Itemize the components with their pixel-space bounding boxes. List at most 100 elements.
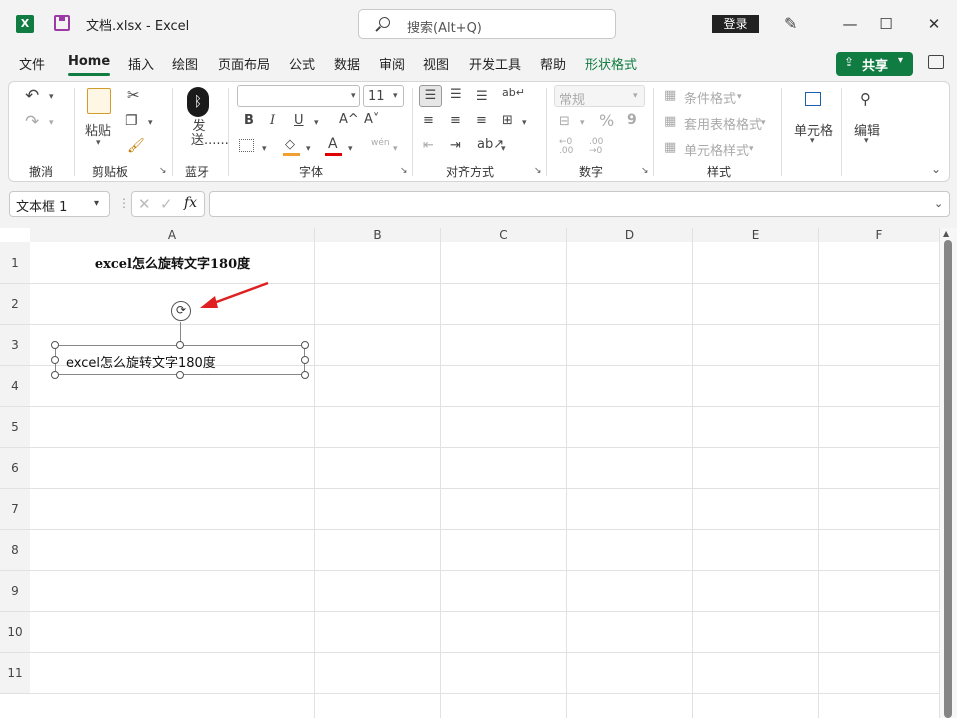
tab-view[interactable]: 视图	[423, 54, 449, 73]
cells-icon[interactable]	[805, 92, 821, 106]
chevron-down-icon[interactable]: ▾	[898, 55, 903, 66]
tab-insert[interactable]: 插入	[128, 54, 154, 73]
tab-page-layout[interactable]: 页面布局	[218, 54, 270, 73]
row-header[interactable]: 2	[0, 284, 30, 325]
row-header[interactable]: 1	[0, 242, 30, 284]
chevron-down-icon[interactable]: ▾	[737, 92, 742, 102]
formula-input[interactable]: ⌄	[209, 191, 950, 217]
column-header[interactable]: C	[441, 228, 567, 242]
more-options-icon[interactable]: ⋮	[118, 196, 130, 210]
tab-developer[interactable]: 开发工具	[469, 54, 521, 73]
chevron-down-icon[interactable]: ▾	[49, 92, 54, 102]
expand-formula-icon[interactable]: ⌄	[934, 197, 943, 210]
chevron-down-icon[interactable]: ▾	[522, 118, 527, 128]
collapse-ribbon-icon[interactable]: ⌄	[931, 162, 941, 176]
text-box-content[interactable]: excel怎么旋转文字180度	[66, 352, 216, 371]
resize-handle-top[interactable]	[176, 341, 184, 349]
row-header[interactable]: 5	[0, 407, 30, 448]
minimize-button[interactable]: —	[838, 12, 862, 36]
chevron-down-icon[interactable]: ▾	[501, 144, 506, 154]
chevron-down-icon[interactable]: ▾	[761, 118, 766, 128]
conditional-format-icon[interactable]: ▦	[664, 88, 676, 103]
maximize-button[interactable]: ☐	[874, 12, 898, 36]
cell-styles-icon[interactable]: ▦	[664, 140, 676, 155]
format-table-icon[interactable]: ▦	[664, 114, 676, 129]
column-header[interactable]: E	[693, 228, 819, 242]
dialog-launcher-icon[interactable]: ↘	[159, 166, 167, 176]
chevron-down-icon[interactable]: ▾	[633, 91, 638, 101]
row-header[interactable]: 6	[0, 448, 30, 489]
chevron-down-icon[interactable]: ▾	[351, 91, 356, 101]
redo-icon[interactable]: ↷	[25, 112, 39, 132]
underline-button[interactable]: U	[294, 113, 304, 128]
chevron-down-icon[interactable]: ▾	[96, 138, 101, 148]
align-top-icon[interactable]: ☰	[419, 85, 442, 107]
editing-search-icon[interactable]: ⚲	[860, 90, 871, 108]
name-box[interactable]: 文本框 1 ▾	[9, 191, 110, 217]
font-color-icon[interactable]: A	[328, 136, 338, 152]
paste-label[interactable]: 粘贴	[85, 120, 111, 139]
tab-home[interactable]: Home	[68, 54, 110, 69]
comment-icon[interactable]	[928, 55, 944, 69]
chevron-down-icon[interactable]: ▾	[810, 136, 815, 146]
chevron-down-icon[interactable]: ▾	[393, 91, 398, 101]
tab-help[interactable]: 帮助	[540, 54, 566, 73]
resize-handle-bottom[interactable]	[176, 371, 184, 379]
borders-icon[interactable]	[239, 139, 254, 152]
resize-handle-top-right[interactable]	[301, 341, 309, 349]
cell-styles-button[interactable]: 单元格样式	[684, 140, 749, 159]
dialog-launcher-icon[interactable]: ↘	[400, 166, 408, 176]
row-header[interactable]: 11	[0, 653, 30, 694]
cut-icon[interactable]: ✂	[127, 86, 140, 104]
decrease-indent-icon[interactable]: ⇤	[423, 138, 434, 153]
column-header[interactable]: A	[30, 228, 315, 242]
copy-icon[interactable]: ❐	[125, 113, 138, 129]
chevron-down-icon[interactable]: ▾	[49, 118, 54, 128]
chevron-down-icon[interactable]: ▾	[864, 136, 869, 146]
chevron-down-icon[interactable]: ▾	[393, 144, 398, 154]
merge-center-icon[interactable]: ⊞	[502, 113, 513, 128]
tab-formulas[interactable]: 公式	[289, 54, 315, 73]
cell-a1[interactable]: excel怎么旋转文字180度	[30, 253, 315, 272]
italic-button[interactable]: I	[270, 113, 275, 128]
bluetooth-icon[interactable]: ᛒ	[187, 87, 209, 117]
row-header[interactable]: 10	[0, 612, 30, 653]
format-as-table-button[interactable]: 套用表格格式	[684, 114, 762, 133]
bluetooth-send-label[interactable]: 发送......	[191, 120, 229, 148]
scroll-up-icon[interactable]: ▲	[943, 229, 949, 238]
font-name-dropdown[interactable]	[237, 85, 360, 107]
worksheet-grid[interactable]: ABCDEF 1 2 3 4 5 6 7 8 9 10 11 excel怎么旋转文字180度 ⟳ e…	[0, 228, 940, 718]
comma-icon[interactable]: 9	[627, 112, 637, 128]
conditional-format-button[interactable]: 条件格式	[684, 88, 736, 107]
tab-shape-format[interactable]: 形状格式	[585, 54, 637, 73]
format-painter-icon[interactable]: 🖌	[127, 138, 145, 154]
undo-icon[interactable]: ↶	[25, 86, 39, 106]
tab-data[interactable]: 数据	[334, 54, 360, 73]
align-middle-icon[interactable]: ☰	[450, 87, 462, 102]
column-header[interactable]: D	[567, 228, 693, 242]
resize-handle-left[interactable]	[51, 356, 59, 364]
pen-icon[interactable]: ✎	[784, 14, 797, 33]
align-left-icon[interactable]: ≡	[423, 113, 434, 128]
tab-draw[interactable]: 绘图	[172, 54, 198, 73]
column-header[interactable]: B	[315, 228, 441, 242]
align-right-icon[interactable]: ≡	[476, 113, 487, 128]
resize-handle-bottom-left[interactable]	[51, 371, 59, 379]
close-button[interactable]: ✕	[922, 12, 946, 36]
scroll-thumb[interactable]	[944, 240, 952, 718]
row-header[interactable]: 3	[0, 325, 30, 366]
dialog-launcher-icon[interactable]: ↘	[641, 166, 649, 176]
row-header[interactable]: 7	[0, 489, 30, 530]
chevron-down-icon[interactable]: ▾	[306, 144, 311, 154]
align-bottom-icon[interactable]: ☰	[476, 89, 488, 104]
insert-function-button[interactable]: fx	[184, 195, 197, 211]
fill-color-icon[interactable]: ◇	[285, 137, 295, 152]
row-header[interactable]: 9	[0, 571, 30, 612]
chevron-down-icon[interactable]: ▾	[314, 118, 319, 128]
share-button[interactable]: ⇪ 共享 ▾	[836, 52, 913, 76]
enter-icon[interactable]: ✓	[160, 195, 173, 213]
search-box[interactable]: 搜索(Alt+Q)	[358, 9, 616, 39]
align-center-icon[interactable]: ≡	[450, 113, 461, 128]
tab-review[interactable]: 审阅	[379, 54, 405, 73]
phonetic-icon[interactable]: wén	[371, 138, 390, 148]
